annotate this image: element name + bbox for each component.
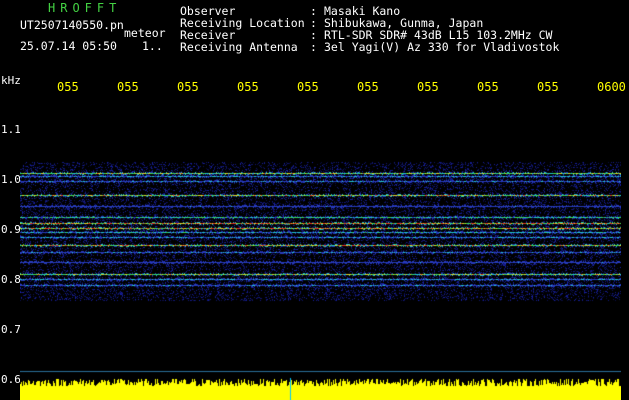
app-title: HROFFT [48,1,122,15]
time-tick: 055 [417,81,439,93]
info-value: 3el Yagi(V) Az 330 for Vladivostok [324,40,560,54]
time-tick: 055 [237,81,259,93]
time-tick: 055 [477,81,499,93]
mode-label: meteor [124,26,166,40]
time-tick: 055 [297,81,319,93]
time-tick: 055 [357,81,379,93]
time-tick: 055 [537,81,559,93]
freq-tick: 1.1 [1,123,21,136]
time-tick: 055 [57,81,79,93]
frequency-axis-unit: kHz [1,74,21,87]
freq-tick: 0.6 [1,373,21,386]
spectrogram-canvas [20,96,621,400]
count-label: 1.. [142,39,163,53]
time-tick: 055 [117,81,139,93]
info-row-antenna: Receiving Antenna:3el Yagi(V) Az 330 for… [180,41,559,53]
freq-tick: 1.0 [1,173,21,186]
freq-tick: 0.8 [1,273,21,286]
time-tick: 055 [177,81,199,93]
freq-tick: 0.9 [1,223,21,236]
info-key: Receiving Antenna [180,40,298,54]
file-name: UT2507140550.pn [20,18,124,32]
time-tick: 0600 [597,81,626,93]
date-time: 25.07.14 05:50 [20,39,117,53]
info-sep: : [310,40,317,54]
freq-tick: 0.7 [1,323,21,336]
